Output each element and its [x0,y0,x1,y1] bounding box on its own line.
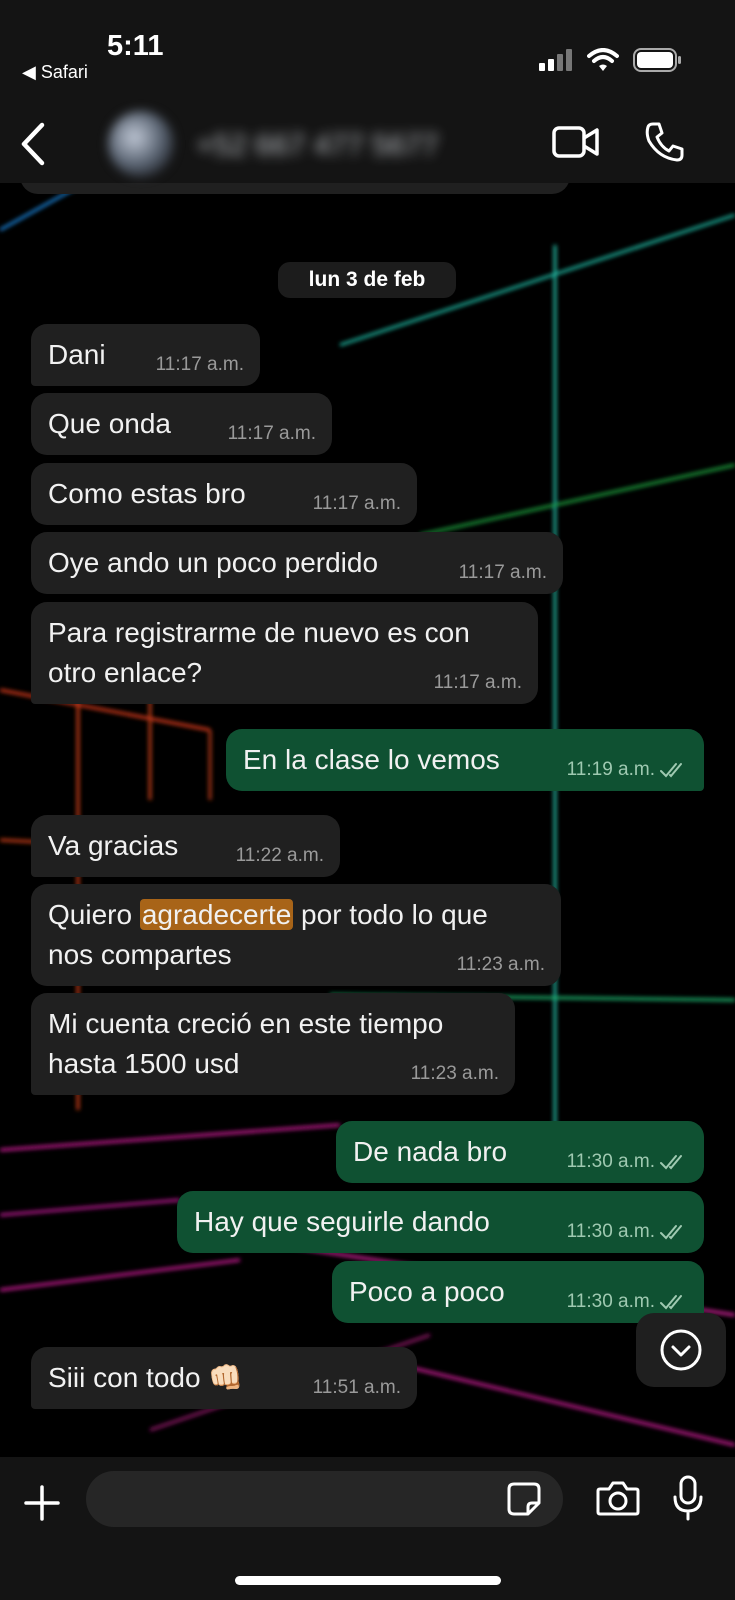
message-time: 11:30 a.m. [566,1291,655,1312]
chevron-down-icon [660,1329,702,1371]
message-text: Que onda [48,408,171,439]
message-time: 11:17 a.m. [433,672,522,693]
double-check-icon [660,1295,682,1310]
incoming-message[interactable]: Dani 11:17 a.m. [31,324,260,386]
message-text: Dani [48,339,106,370]
home-indicator [235,1576,501,1585]
signal-icon [539,49,572,71]
contact-name[interactable]: +52 667 477 5677 [196,129,439,163]
outgoing-message[interactable]: En la clase lo vemos 11:19 a.m. [226,729,704,791]
message-time: 11:17 a.m. [312,493,401,514]
double-check-icon [660,1155,682,1170]
message-time: 11:51 a.m. [312,1377,401,1398]
incoming-message[interactable]: Que onda 11:17 a.m. [31,393,332,455]
message-time: 11:17 a.m. [155,354,244,375]
incoming-message[interactable]: Mi cuenta creció en este tiempo hasta 15… [31,993,515,1095]
back-app-label: Safari [40,62,88,82]
incoming-message[interactable]: Quiero agradecerte por todo lo que nos c… [31,884,561,986]
chat-header: +52 667 477 5677 [0,105,735,183]
phone-call-icon[interactable] [644,121,684,163]
plus-icon[interactable] [24,1485,60,1521]
date-separator: lun 3 de feb [278,262,456,298]
microphone-icon[interactable] [672,1475,704,1521]
message-text-line: Para registrarme de nuevo es con [48,617,470,648]
message-text: Siii con todo [48,1362,201,1393]
fist-bump-emoji: 👊🏻 [208,1362,244,1393]
message-text: por todo lo que [293,899,488,930]
message-time: 11:19 a.m. [566,759,655,780]
message-time: 11:30 a.m. [566,1151,655,1172]
message-text-line: Mi cuenta creció en este tiempo [48,1008,444,1039]
video-call-icon[interactable] [552,125,600,159]
message-text: Como estas bro [48,478,246,509]
message-text: En la clase lo vemos [243,744,500,775]
outgoing-message[interactable]: De nada bro 11:30 a.m. [336,1121,704,1183]
clock: 5:11 [107,30,164,62]
message-composer [0,1457,735,1600]
outgoing-message[interactable]: Hay que seguirle dando 11:30 a.m. [177,1191,704,1253]
incoming-message[interactable]: Como estas bro 11:17 a.m. [31,463,417,525]
double-check-icon [660,763,682,778]
message-input[interactable] [86,1471,563,1527]
incoming-message[interactable]: Siii con todo 👊🏻 11:51 a.m. [31,1347,417,1409]
message-text: Oye ando un poco perdido [48,547,379,578]
battery-icon [633,48,681,72]
message-text: De nada bro [353,1136,508,1167]
wifi-icon [587,48,619,71]
double-check-icon [660,1225,682,1240]
message-text: Va gracias [48,830,179,861]
message-time: 11:17 a.m. [227,423,316,444]
incoming-message[interactable]: Oye ando un poco perdido 11:17 a.m. [31,532,563,594]
sticker-icon[interactable] [506,1481,542,1517]
message-time: 11:30 a.m. [566,1221,655,1242]
scroll-to-bottom-button[interactable] [636,1313,726,1387]
back-chevron-icon[interactable] [14,119,54,169]
incoming-message[interactable]: Va gracias 11:22 a.m. [31,815,340,877]
message-time: 11:22 a.m. [235,845,324,866]
message-text: Poco a poco [349,1276,505,1307]
search-highlight: agradecerte [139,899,294,930]
incoming-message[interactable]: Para registrarme de nuevo es con otro en… [31,602,538,704]
message-time: 11:17 a.m. [458,562,547,583]
message-time: 11:23 a.m. [456,954,545,975]
camera-icon[interactable] [596,1479,640,1517]
back-to-app-link[interactable]: ◀ Safari [22,62,88,83]
message-time: 11:23 a.m. [410,1063,499,1084]
message-text: Quiero [48,899,140,930]
status-bar: 5:11 ◀ Safari [0,0,735,105]
message-text: Hay que seguirle dando [194,1206,490,1237]
contact-avatar[interactable] [108,111,174,177]
